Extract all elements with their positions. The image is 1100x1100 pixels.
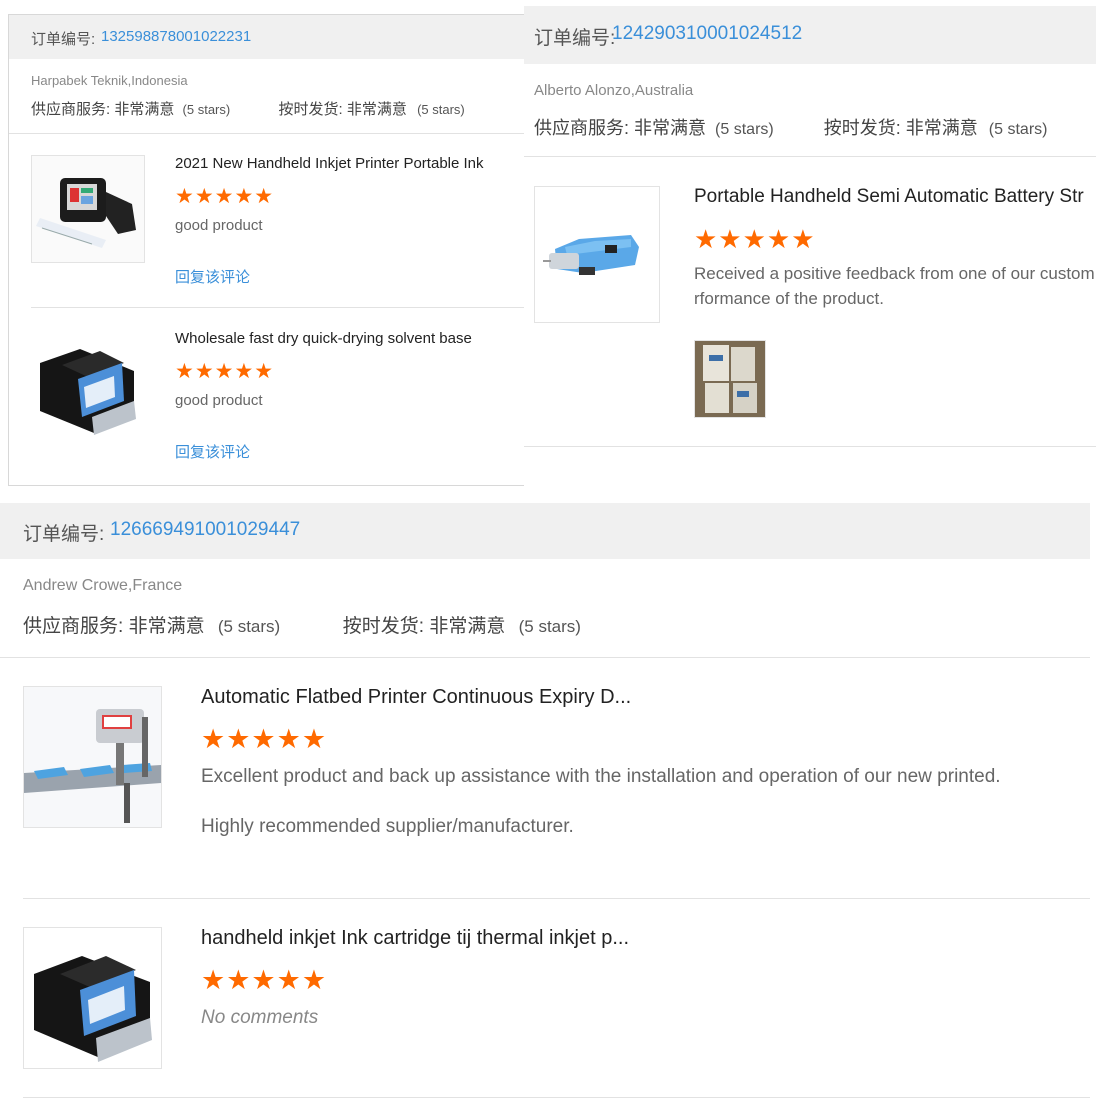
divider	[0, 657, 1090, 658]
handheld-inkjet-printer-icon	[32, 156, 144, 262]
review-comment: Received a positive feedback from one of…	[694, 264, 1095, 283]
supplier-service-value: 非常满意	[634, 118, 707, 138]
order-number-link[interactable]: 124290310001024512	[612, 23, 802, 45]
order-header: 订单编号: 126669491001029447	[0, 503, 1090, 559]
product-thumbnail[interactable]	[23, 927, 162, 1069]
supplier-service-value: 非常满意	[128, 616, 205, 637]
rating-stars: ★★★★★	[201, 724, 328, 754]
product-title-link[interactable]: Portable Handheld Semi Automatic Battery…	[694, 186, 1100, 208]
order-number-link[interactable]: 132598878001022231	[101, 28, 251, 45]
product-title-link[interactable]: handheld inkjet Ink cartridge tij therma…	[201, 927, 801, 950]
review-comment: rformance of the product.	[694, 289, 884, 308]
product-title-link[interactable]: 2021 New Handheld Inkjet Printer Portabl…	[175, 155, 525, 172]
on-time-stars: (5 stars)	[417, 102, 465, 117]
review-comment: No comments	[201, 1007, 319, 1028]
divider	[524, 156, 1096, 157]
supplier-service-value: 非常满意	[114, 101, 175, 118]
product-thumbnail[interactable]	[23, 686, 162, 828]
supplier-service-stars: (5 stars)	[715, 121, 774, 138]
order-card-1: 订单编号: 132598878001022231 Harpabek Teknik…	[8, 14, 526, 486]
order-number-link[interactable]: 126669491001029447	[110, 519, 300, 541]
review-comment: Excellent product and back up assistance…	[201, 766, 1001, 787]
review-comment: good product	[175, 392, 263, 409]
rating-stars: ★★★★★	[175, 360, 275, 383]
ratings-row: 供应商服务: 非常满意 (5 stars) 按时发货: 非常满意 (5 star…	[31, 98, 465, 119]
rating-stars: ★★★★★	[694, 224, 816, 254]
order-number-label: 订单编号:	[23, 524, 105, 545]
buyer-name: Harpabek Teknik,Indonesia	[31, 73, 188, 88]
on-time-value: 非常满意	[905, 118, 978, 138]
order-number-label: 订单编号:	[31, 31, 96, 48]
product-thumbnail[interactable]	[31, 330, 145, 438]
supplier-service-label: 供应商服务:	[23, 616, 124, 637]
divider	[9, 133, 525, 134]
divider	[23, 898, 1090, 899]
reply-review-link[interactable]: 回复该评论	[175, 441, 250, 462]
product-title-link[interactable]: Automatic Flatbed Printer Continuous Exp…	[201, 686, 801, 709]
order-header: 订单编号: 124290310001024512	[524, 6, 1096, 64]
ink-cartridge-icon	[24, 928, 161, 1068]
order-card-2: 订单编号: 124290310001024512 Alberto Alonzo,…	[524, 6, 1100, 496]
ratings-row: 供应商服务: 非常满意 (5 stars) 按时发货: 非常满意 (5 star…	[23, 611, 581, 638]
boxes-photo-icon	[695, 341, 765, 417]
order-header: 订单编号: 132598878001022231	[9, 15, 525, 59]
supplier-service-stars: (5 stars)	[182, 102, 231, 117]
divider	[23, 1097, 1090, 1098]
review-comment: Highly recommended supplier/manufacturer…	[201, 816, 574, 837]
buyer-name: Alberto Alonzo,Australia	[534, 82, 694, 99]
supplier-service-stars: (5 stars)	[217, 617, 281, 636]
ink-cartridge-icon	[32, 331, 144, 437]
supplier-service-label: 供应商服务:	[534, 118, 630, 138]
strapping-tool-icon	[535, 187, 659, 322]
reply-review-link[interactable]: 回复该评论	[175, 266, 250, 287]
divider	[524, 446, 1096, 447]
rating-stars: ★★★★★	[201, 965, 328, 995]
product-title-link[interactable]: Wholesale fast dry quick-drying solvent …	[175, 330, 525, 347]
on-time-stars: (5 stars)	[988, 121, 1048, 138]
on-time-label: 按时发货:	[342, 616, 425, 637]
on-time-label: 按时发货:	[823, 118, 901, 138]
order-card-3: 订单编号: 126669491001029447 Andrew Crowe,Fr…	[0, 503, 1100, 1100]
on-time-label: 按时发货:	[278, 101, 343, 118]
on-time-stars: (5 stars)	[518, 617, 581, 636]
review-comment: good product	[175, 217, 263, 234]
ratings-row: 供应商服务: 非常满意 (5 stars) 按时发货: 非常满意 (5 star…	[534, 114, 1047, 140]
order-number-label: 订单编号:	[534, 28, 616, 49]
review-photo[interactable]	[694, 340, 766, 418]
divider	[31, 307, 525, 308]
on-time-value: 非常满意	[429, 616, 506, 637]
product-thumbnail[interactable]	[534, 186, 660, 323]
on-time-value: 非常满意	[346, 101, 407, 118]
rating-stars: ★★★★★	[175, 185, 275, 208]
product-thumbnail[interactable]	[31, 155, 145, 263]
flatbed-printer-icon	[24, 687, 161, 827]
buyer-name: Andrew Crowe,France	[23, 577, 183, 594]
supplier-service-label: 供应商服务:	[31, 101, 111, 118]
